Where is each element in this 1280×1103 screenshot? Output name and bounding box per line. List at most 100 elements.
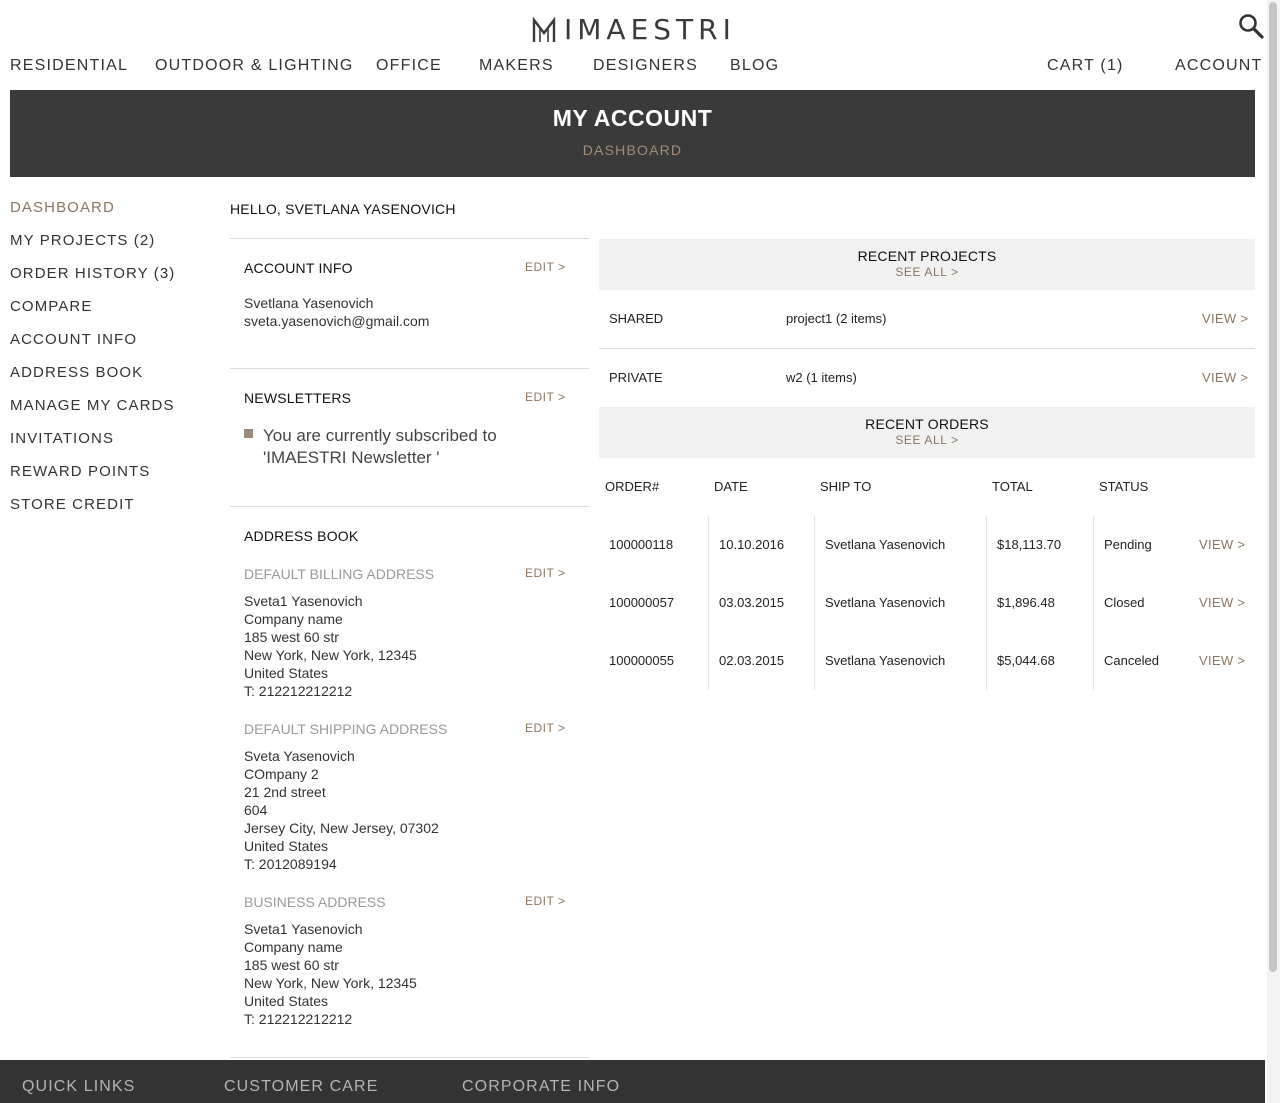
business-address: Sveta1 Yasenovich Company name 185 west … <box>244 920 417 1028</box>
order-ship-to: Svetlana Yasenovich <box>825 595 946 610</box>
account-email: sveta.yasenovich@gmail.com <box>244 313 430 329</box>
footer-quick-links[interactable]: QUICK LINKS <box>22 1078 135 1096</box>
account-info-title: ACCOUNT INFO <box>244 260 353 276</box>
footer: QUICK LINKS CUSTOMER CARE CORPORATE INFO <box>0 1060 1265 1103</box>
column-header-total: TOTAL <box>992 479 1033 494</box>
sidebar-item-my-projects[interactable]: MY PROJECTS (2) <box>10 232 155 249</box>
address-line: T: 2012089194 <box>244 856 337 872</box>
shipping-address-edit-link[interactable]: EDIT > <box>525 721 565 735</box>
order-date: 02.03.2015 <box>719 653 785 668</box>
sidebar-item-order-history[interactable]: ORDER HISTORY (3) <box>10 265 175 282</box>
address-line: New York, New York, 12345 <box>244 647 417 663</box>
address-line: T: 212212212212 <box>244 683 353 699</box>
nav-makers[interactable]: MAKERS <box>479 57 554 75</box>
address-line: United States <box>244 838 329 854</box>
page-title: MY ACCOUNT <box>552 105 713 131</box>
address-line: 185 west 60 str <box>244 957 339 973</box>
divider <box>230 368 589 369</box>
order-status: Pending <box>1104 537 1152 552</box>
address-line: Company name <box>244 611 343 627</box>
nav-outdoor-lighting[interactable]: OUTDOOR & LIGHTING <box>155 57 354 75</box>
search-icon[interactable] <box>1238 13 1264 39</box>
business-address-edit-link[interactable]: EDIT > <box>525 894 565 908</box>
recent-orders-see-all-link[interactable]: SEE ALL > <box>599 433 1255 447</box>
project-view-link[interactable]: VIEW > <box>1202 370 1248 385</box>
column-header-ship-to: SHIP TO <box>820 479 872 494</box>
logo-mark-icon <box>532 17 556 42</box>
account-info-edit-link[interactable]: EDIT > <box>525 260 565 274</box>
brand-logo[interactable]: IMAESTRI <box>532 14 737 46</box>
address-line: COmpany 2 <box>244 766 319 782</box>
greeting: HELLO, SVETLANA YASENOVICH <box>230 201 456 217</box>
divider <box>230 1057 589 1058</box>
nav-blog[interactable]: BLOG <box>730 57 779 75</box>
nav-account[interactable]: ACCOUNT <box>1175 57 1263 75</box>
recent-orders-header: RECENT ORDERS SEE ALL > <box>599 407 1255 458</box>
recent-projects-title: RECENT PROJECTS <box>857 248 997 264</box>
recent-projects-see-all-link[interactable]: SEE ALL > <box>599 265 1255 279</box>
divider <box>599 348 1255 349</box>
sidebar-item-address-book[interactable]: ADDRESS BOOK <box>10 364 143 381</box>
order-view-link[interactable]: VIEW > <box>1199 653 1245 668</box>
divider <box>230 238 589 239</box>
sidebar-item-store-credit[interactable]: STORE CREDIT <box>10 496 135 513</box>
address-book-title: ADDRESS BOOK <box>244 528 359 544</box>
address-line: Sveta Yasenovich <box>244 748 355 764</box>
column-header-status: STATUS <box>1099 479 1149 494</box>
column-header-order: ORDER# <box>605 479 660 494</box>
column-divider <box>814 516 815 690</box>
page-subtitle: DASHBOARD <box>582 142 683 158</box>
billing-address-edit-link[interactable]: EDIT > <box>525 566 565 580</box>
column-divider <box>986 516 987 690</box>
newsletters-edit-link[interactable]: EDIT > <box>525 390 565 404</box>
address-line: United States <box>244 993 329 1009</box>
project-view-link[interactable]: VIEW > <box>1202 311 1248 326</box>
order-total: $18,113.70 <box>997 537 1062 552</box>
scrollbar-thumb[interactable] <box>1269 2 1277 972</box>
order-status: Closed <box>1104 595 1145 610</box>
sidebar-item-dashboard[interactable]: DASHBOARD <box>10 199 115 216</box>
project-type: SHARED <box>609 311 664 326</box>
brand-name: IMAESTRI <box>564 13 736 46</box>
order-status: Canceled <box>1104 653 1159 668</box>
sidebar-item-manage-cards[interactable]: MANAGE MY CARDS <box>10 397 175 414</box>
address-line: United States <box>244 665 329 681</box>
project-name: project1 (2 items) <box>786 311 887 326</box>
order-view-link[interactable]: VIEW > <box>1199 595 1245 610</box>
footer-corporate-info[interactable]: CORPORATE INFO <box>462 1078 620 1096</box>
newsletters-title: NEWSLETTERS <box>244 390 352 406</box>
column-header-date: DATE <box>714 479 748 494</box>
address-line: 21 2nd street <box>244 784 326 800</box>
order-number: 100000057 <box>609 595 675 610</box>
sidebar-item-compare[interactable]: COMPARE <box>10 298 92 315</box>
order-total: $1,896.48 <box>997 595 1055 610</box>
billing-address: Sveta1 Yasenovich Company name 185 west … <box>244 592 417 700</box>
address-line: Sveta1 Yasenovich <box>244 593 363 609</box>
nav-office[interactable]: OFFICE <box>376 57 442 75</box>
order-ship-to: Svetlana Yasenovich <box>825 653 946 668</box>
billing-address-title: DEFAULT BILLING ADDRESS <box>244 566 435 582</box>
project-name: w2 (1 items) <box>786 370 857 385</box>
sidebar-item-invitations[interactable]: INVITATIONS <box>10 430 114 447</box>
order-view-link[interactable]: VIEW > <box>1199 537 1245 552</box>
project-type: PRIVATE <box>609 370 663 385</box>
shipping-address-title: DEFAULT SHIPPING ADDRESS <box>244 721 448 737</box>
divider <box>230 506 589 507</box>
order-number: 100000055 <box>609 653 675 668</box>
shipping-address: Sveta Yasenovich COmpany 2 21 2nd street… <box>244 747 439 873</box>
address-line: Sveta1 Yasenovich <box>244 921 363 937</box>
sidebar-item-reward-points[interactable]: REWARD POINTS <box>10 463 150 480</box>
order-date: 03.03.2015 <box>719 595 785 610</box>
address-line: Company name <box>244 939 343 955</box>
nav-cart[interactable]: CART (1) <box>1047 57 1124 75</box>
order-number: 100000118 <box>609 537 674 552</box>
sidebar-item-account-info[interactable]: ACCOUNT INFO <box>10 331 137 348</box>
footer-customer-care[interactable]: CUSTOMER CARE <box>224 1078 378 1096</box>
order-total: $5,044.68 <box>997 653 1055 668</box>
recent-orders-title: RECENT ORDERS <box>865 416 989 432</box>
nav-residential[interactable]: RESIDENTIAL <box>10 57 128 75</box>
page-banner: MY ACCOUNT DASHBOARD <box>10 90 1255 177</box>
order-date: 10.10.2016 <box>719 537 785 552</box>
nav-designers[interactable]: DESIGNERS <box>593 57 698 75</box>
account-name: Svetlana Yasenovich <box>244 295 374 311</box>
